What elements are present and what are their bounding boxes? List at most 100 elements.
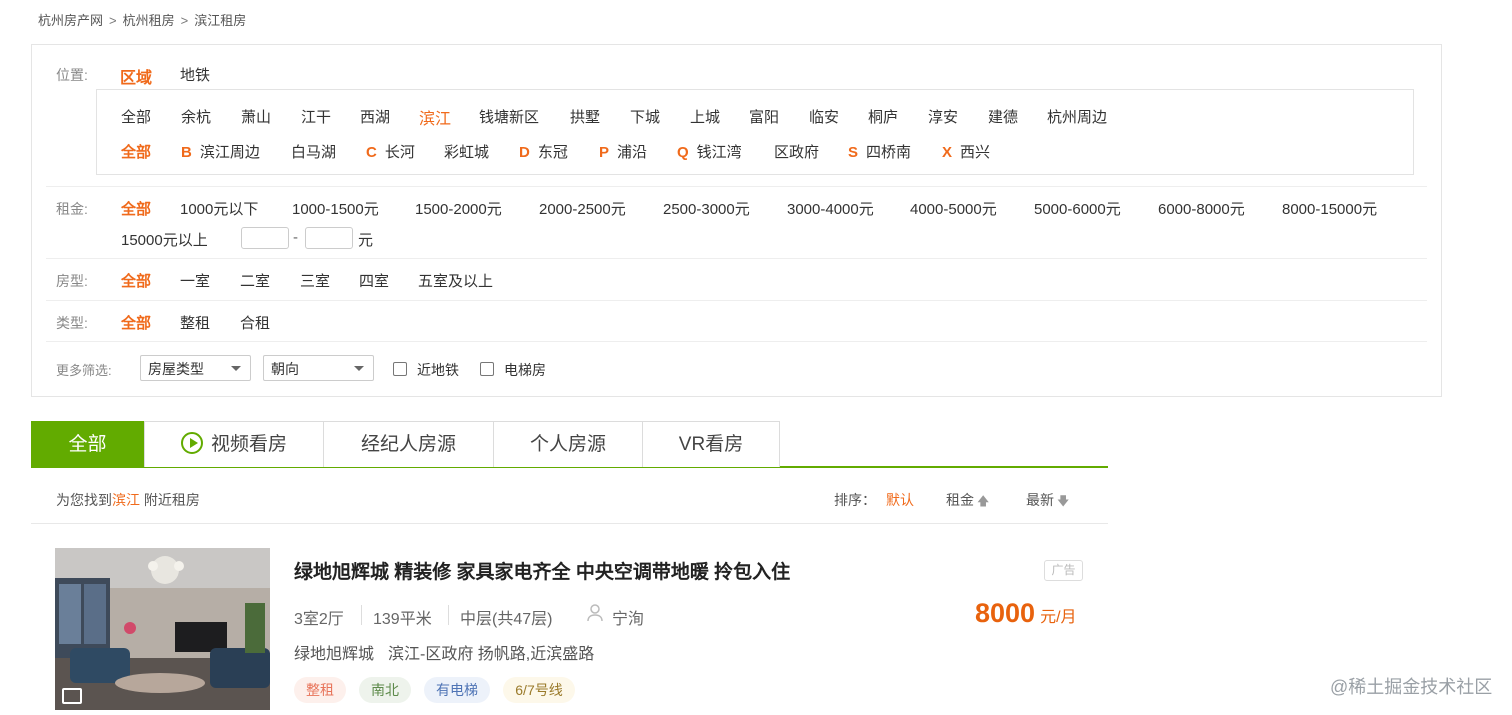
sort-newest[interactable]: 最新 🡇 (1026, 490, 1069, 513)
district-option-selected[interactable]: 滨江 (419, 105, 451, 129)
rent-option[interactable]: 1500-2000元 (415, 198, 502, 219)
location-mode-subway[interactable]: 地铁 (180, 64, 210, 85)
type-option[interactable]: 整租 (180, 312, 210, 333)
room-option[interactable]: 二室 (240, 270, 270, 291)
tag: 有电梯 (424, 677, 490, 703)
tag: 整租 (294, 677, 346, 703)
tag: 南北 (359, 677, 411, 703)
rent-label: 租金: (56, 201, 88, 217)
play-icon (180, 432, 203, 454)
tag: 6/7号线 (503, 677, 575, 703)
district-option[interactable]: 淳安 (928, 106, 958, 127)
near-subway-label[interactable]: 近地铁 (417, 360, 459, 380)
tab-all[interactable]: 全部 (31, 421, 144, 467)
district-option[interactable]: 杭州周边 (1047, 106, 1107, 127)
person-icon (587, 604, 603, 627)
room-option[interactable]: 四室 (359, 270, 389, 291)
listing-photo[interactable] (55, 548, 270, 710)
district-option[interactable]: 拱墅 (570, 106, 600, 127)
area-option-all[interactable]: 全部 (121, 141, 151, 162)
arrow-down-icon: 🡇 (1057, 494, 1070, 508)
elevator-checkbox[interactable] (480, 362, 494, 376)
type-option-all[interactable]: 全部 (121, 312, 151, 333)
tab-personal[interactable]: 个人房源 (493, 421, 643, 467)
rent-option-all[interactable]: 全部 (121, 198, 151, 219)
area-option[interactable]: B 滨江周边 (181, 141, 260, 162)
rent-option[interactable]: 15000元以上 (121, 229, 208, 250)
rent-option[interactable]: 6000-8000元 (1158, 198, 1245, 219)
district-panel (96, 89, 1414, 175)
breadcrumb-link[interactable]: 滨江租房 (194, 13, 246, 28)
area-option[interactable]: S 四桥南 (848, 141, 911, 162)
area-option[interactable]: 白马湖 (291, 141, 336, 162)
sort-label: 排序： (834, 492, 876, 508)
location-label: 位置: (56, 67, 88, 83)
more-filters-label: 更多筛选: (56, 363, 112, 378)
rent-option[interactable]: 8000-15000元 (1282, 198, 1377, 219)
breadcrumb-link[interactable]: 杭州租房 (123, 13, 175, 28)
area-option[interactable]: 区政府 (774, 141, 819, 162)
district-option[interactable]: 建德 (988, 106, 1018, 127)
listing-area: 139平米 (373, 611, 432, 628)
rent-max-input[interactable] (305, 227, 353, 249)
area-option[interactable]: Q 钱江湾 (677, 141, 742, 162)
rent-option[interactable]: 1000元以下 (180, 198, 258, 219)
orientation-select[interactable]: 朝向 (263, 355, 374, 381)
rent-min-input[interactable] (241, 227, 289, 249)
district-option[interactable]: 上城 (690, 106, 720, 127)
breadcrumb-link[interactable]: 杭州房产网 (38, 13, 103, 28)
district-option[interactable]: 余杭 (181, 106, 211, 127)
near-subway-checkbox[interactable] (393, 362, 407, 376)
district-option[interactable]: 西湖 (360, 106, 390, 127)
divider (448, 605, 449, 625)
area-option[interactable]: P 浦沿 (599, 141, 647, 162)
tab-vr[interactable]: VR看房 (642, 421, 780, 467)
district-option[interactable]: 全部 (121, 106, 151, 127)
listing-address: 绿地旭辉城 滨江-区政府 扬帆路,近滨盛路 (294, 640, 594, 664)
rent-option[interactable]: 4000-5000元 (910, 198, 997, 219)
tab-video[interactable]: 视频看房 (144, 421, 324, 467)
rent-option[interactable]: 2000-2500元 (539, 198, 626, 219)
room-label: 房型: (56, 273, 88, 289)
district-option[interactable]: 萧山 (241, 106, 271, 127)
divider (361, 605, 362, 625)
area-option[interactable]: 彩虹城 (444, 141, 489, 162)
rent-option[interactable]: 5000-6000元 (1034, 198, 1121, 219)
area-option[interactable]: D 东冠 (519, 141, 568, 162)
room-option[interactable]: 五室及以上 (418, 270, 493, 291)
sort-rent[interactable]: 租金 🡅 (946, 490, 989, 513)
listing-price: 8000 元/月 (975, 598, 1077, 628)
listing-tabs: 全部 视频看房 经纪人房源 个人房源 VR看房 (31, 421, 1108, 468)
location-mode-district[interactable]: 区域 (120, 64, 152, 88)
type-label: 类型: (56, 315, 88, 331)
room-option[interactable]: 一室 (180, 270, 210, 291)
divider (46, 186, 1427, 187)
district-option[interactable]: 江干 (301, 106, 331, 127)
tab-agent[interactable]: 经纪人房源 (323, 421, 494, 467)
room-photo-graphic (55, 548, 270, 710)
elevator-label[interactable]: 电梯房 (504, 360, 546, 380)
district-option[interactable]: 钱塘新区 (479, 106, 539, 127)
room-option[interactable]: 三室 (300, 270, 330, 291)
breadcrumb: 杭州房产网 > 杭州租房 > 滨江租房 (38, 13, 247, 28)
district-option[interactable]: 临安 (809, 106, 839, 127)
listing-title[interactable]: 绿地旭辉城 精装修 家具家电齐全 中央空调带地暖 拎包入住 (294, 557, 790, 584)
address-community[interactable]: 绿地旭辉城 (294, 646, 374, 663)
divider (31, 523, 1108, 524)
type-option[interactable]: 合租 (240, 312, 270, 333)
district-option[interactable]: 富阳 (749, 106, 779, 127)
listing-floor: 中层(共47层) (460, 611, 553, 628)
range-unit: 元 (358, 232, 374, 249)
sort-default[interactable]: 默认 (886, 490, 914, 510)
district-option[interactable]: 桐庐 (868, 106, 898, 127)
area-option[interactable]: C 长河 (366, 141, 415, 162)
listing-agent[interactable]: 宁洵 (612, 605, 644, 629)
rent-option[interactable]: 2500-3000元 (663, 198, 750, 219)
district-option[interactable]: 下城 (630, 106, 660, 127)
area-option[interactable]: X 西兴 (942, 141, 990, 162)
rent-option[interactable]: 3000-4000元 (787, 198, 874, 219)
rent-option[interactable]: 1000-1500元 (292, 198, 379, 219)
watermark: @稀土掘金技术社区 (1330, 677, 1493, 697)
house-type-select[interactable]: 房屋类型 (140, 355, 251, 381)
room-option-all[interactable]: 全部 (121, 270, 151, 291)
